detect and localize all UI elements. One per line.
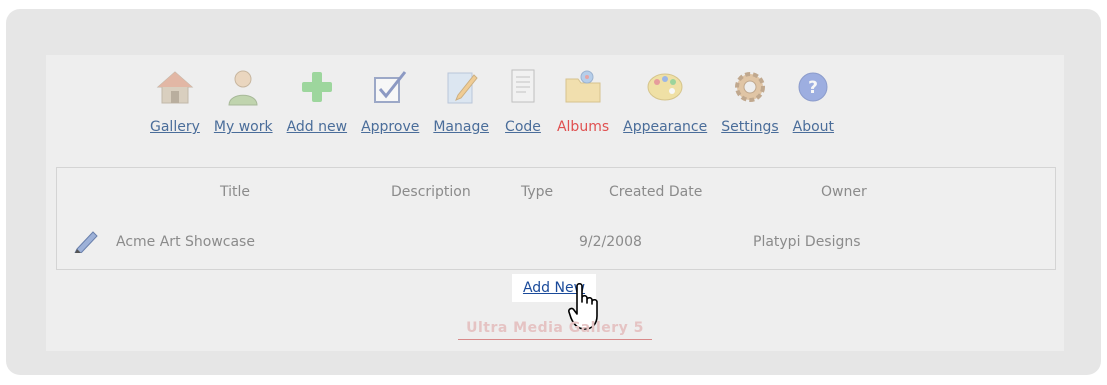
palette-icon: [645, 67, 685, 107]
tool-label: Approve: [361, 119, 420, 135]
tool-approve[interactable]: Approve: [354, 67, 426, 149]
tool-albums[interactable]: Albums: [550, 67, 616, 149]
tool-code[interactable]: Code: [496, 67, 550, 149]
tool-label: Manage: [433, 119, 489, 135]
edit-document-icon: [441, 67, 481, 107]
plus-icon: [297, 67, 337, 107]
tool-label: Code: [505, 119, 541, 135]
tool-label: My work: [213, 119, 273, 135]
svg-text:?: ?: [808, 78, 818, 98]
album-folder-icon: [563, 67, 603, 107]
tool-label: Add new: [286, 119, 348, 135]
row-created-date: 9/2/2008: [579, 234, 642, 250]
checkbox-icon: [370, 67, 410, 107]
tool-about[interactable]: ? About: [786, 67, 841, 149]
column-header-created-date[interactable]: Created Date: [609, 184, 702, 200]
albums-table: Title Description Type Created Date Owne…: [56, 167, 1056, 270]
tool-settings[interactable]: Settings: [714, 67, 785, 149]
column-header-owner[interactable]: Owner: [821, 184, 867, 200]
row-title: Acme Art Showcase: [116, 234, 255, 250]
column-header-title[interactable]: Title: [220, 184, 250, 200]
main-toolbar: Gallery My work Add new Approve Manage C…: [143, 67, 841, 149]
column-header-description[interactable]: Description: [391, 184, 471, 200]
tool-appearance[interactable]: Appearance: [616, 67, 714, 149]
tool-gallery[interactable]: Gallery: [143, 67, 207, 149]
user-icon: [223, 67, 263, 107]
footer-brand-link[interactable]: Ultra Media Gallery 5: [458, 320, 652, 340]
edit-pencil-icon[interactable]: [73, 229, 99, 254]
tool-manage[interactable]: Manage: [426, 67, 496, 149]
row-owner: Platypi Designs: [753, 234, 861, 250]
tool-label: Albums: [556, 119, 610, 135]
help-icon: ?: [793, 67, 833, 107]
tool-label: Settings: [721, 119, 779, 135]
tool-label: Appearance: [623, 119, 708, 135]
gear-icon: [730, 67, 770, 107]
column-header-type[interactable]: Type: [521, 184, 553, 200]
tool-add-new[interactable]: Add new: [280, 67, 355, 149]
tool-label: About: [792, 119, 835, 135]
house-icon: [155, 67, 195, 107]
tool-my-work[interactable]: My work: [207, 67, 280, 149]
tool-label: Gallery: [150, 119, 200, 135]
code-document-icon: [503, 67, 543, 107]
